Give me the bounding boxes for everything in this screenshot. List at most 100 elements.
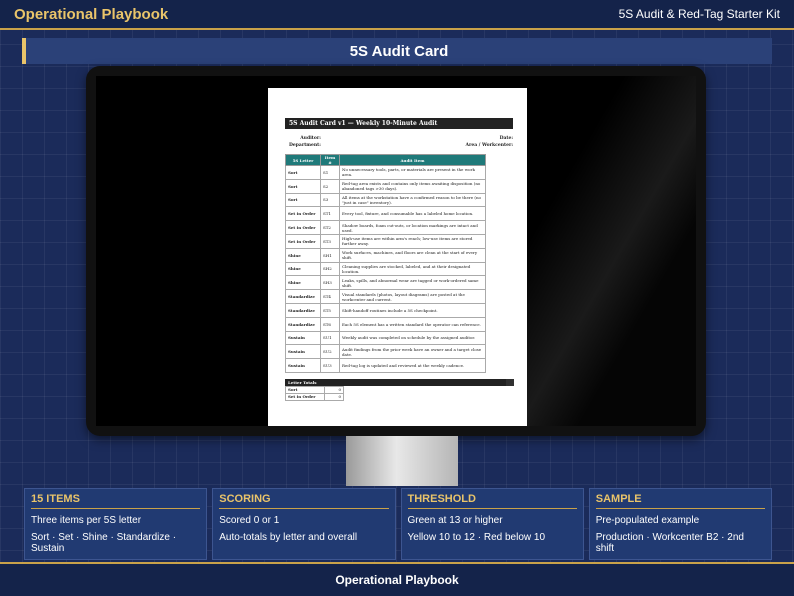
row-item-number: SU2 — [320, 344, 340, 360]
card-title: SAMPLE — [595, 493, 765, 509]
card-scoring: SCORING Scored 0 or 1 Auto-totals by let… — [212, 488, 396, 560]
table-row: Standardize ST5 Shift-handoff routines inc… — [285, 302, 486, 318]
card-line: Scored 0 or 1 — [219, 515, 280, 526]
row-letter: Shine — [285, 275, 321, 291]
row-letter: Set in Order — [285, 220, 321, 235]
document-heading: 5S Audit Card v1 — Weekly 10-Minute Audi… — [285, 118, 513, 129]
brand-title: Operational Playbook — [14, 5, 169, 23]
row-item-number: S3 — [320, 192, 340, 208]
table-row: Set in Order ST2 Shadow boards, foam cut-o… — [285, 220, 486, 235]
row-item-number: ST2 — [320, 220, 340, 235]
row-item-number: ST4 — [320, 289, 340, 304]
row-letter: Shine — [285, 261, 321, 277]
table-row: Shine SH2 Cleaning supplies are stocked, l… — [285, 261, 486, 277]
table-row: Sort S3 All items at the workstation have … — [285, 192, 486, 208]
card-title: 15 ITEMS — [31, 493, 201, 509]
row-letter: Sustain — [285, 344, 321, 360]
totals-value: 0 — [324, 392, 344, 401]
table-row: Sustain SU2 Audit findings from the prior … — [285, 344, 486, 360]
table-row: Shine SH3 Leaks, spills, and abnormal wear… — [285, 275, 486, 291]
totals-value: 0 — [324, 385, 344, 394]
row-item-number: S1 — [320, 165, 340, 180]
row-letter: Standardize — [285, 289, 321, 304]
row-audit-item: Shadow boards, foam cut-outs, or locatio… — [339, 220, 486, 235]
row-item-number: ST3 — [320, 233, 340, 249]
monitor-screen: 5S Audit Card v1 — Weekly 10-Minute Audi… — [96, 76, 696, 426]
row-item-number: ST6 — [320, 316, 340, 332]
totals-row: Sort 0 — [285, 385, 344, 394]
totals-label: Sort — [285, 385, 325, 394]
row-item-number: SH2 — [320, 261, 340, 277]
row-item-number: S2 — [320, 178, 340, 194]
row-letter: Sustain — [285, 330, 321, 346]
row-letter: Set in Order — [285, 206, 321, 222]
row-audit-item: Weekly audit was completed on schedule b… — [339, 330, 486, 346]
card-sample: SAMPLE Pre-populated example Production … — [588, 488, 772, 560]
row-letter: Standardize — [285, 316, 321, 332]
kit-name: 5S Audit & Red-Tag Starter Kit — [618, 7, 780, 21]
document-meta: Auditor: Department: Date: Area / Workce… — [285, 135, 513, 149]
row-audit-item: Audit findings from the prior week have … — [339, 344, 486, 360]
row-audit-item: No unnecessary tools, parts, or material… — [339, 165, 486, 180]
col-audit-item: Audit Item — [339, 154, 486, 166]
row-audit-item: All items at the workstation have a conf… — [339, 192, 486, 208]
row-letter: Standardize — [285, 302, 321, 318]
row-letter: Shine — [285, 247, 321, 263]
card-title: THRESHOLD — [407, 493, 577, 509]
totals-row: Set in Order 0 — [285, 392, 344, 401]
totals-heading: Letter Totals — [285, 378, 514, 386]
row-letter: Sort — [285, 178, 321, 194]
row-item-number: SU1 — [320, 330, 340, 346]
card-line: Pre-populated example — [595, 515, 700, 526]
table-row: Sort S1 No unnecessary tools, parts, or ma… — [285, 165, 486, 180]
row-audit-item: Visual standards (photos, layout diagram… — [339, 289, 486, 304]
card-threshold: THRESHOLD Green at 13 or higher Yellow 1… — [400, 488, 584, 560]
table-row: Sustain SU1 Weekly audit was completed on … — [285, 330, 486, 346]
row-letter: Sort — [285, 165, 321, 180]
row-audit-item: Each 5S element has a written standard t… — [339, 316, 486, 332]
monitor-frame: 5S Audit Card v1 — Weekly 10-Minute Audi… — [86, 66, 706, 436]
row-audit-item: Red-tag area exists and contains only it… — [339, 178, 486, 194]
row-letter: Set in Order — [285, 233, 321, 249]
card-line: Yellow 10 to 12 · Red below 10 — [407, 532, 546, 543]
col-letter: 5S Letter — [285, 154, 321, 166]
row-item-number: SH1 — [320, 247, 340, 263]
feature-cards: 15 ITEMS Three items per 5S letter Sort … — [24, 488, 772, 560]
card-title: SCORING — [219, 493, 389, 509]
row-audit-item: Red-tag log is updated and reviewed at t… — [339, 358, 486, 373]
auditor-label: Auditor: — [300, 136, 321, 141]
row-audit-item: Shift-handoff routines include a 5S chec… — [339, 302, 486, 318]
table-row: Shine SH1 Work surfaces, machines, and flo… — [285, 247, 486, 263]
department-label: Department: — [289, 143, 321, 148]
row-audit-item: Work surfaces, machines, and floors are … — [339, 247, 486, 263]
page-title: 5S Audit Card — [22, 38, 772, 64]
table-row: Sustain SU3 Red-tag log is updated and rev… — [285, 358, 486, 373]
footer-title: Operational Playbook — [0, 562, 794, 596]
card-line: Sort · Set · Shine · Standardize · Susta… — [31, 532, 177, 554]
table-row: Set in Order ST3 High-use items are within… — [285, 233, 486, 249]
table-row: Set in Order ST1 Every tool, fixture, and … — [285, 206, 486, 222]
row-item-number: ST1 — [320, 206, 340, 222]
row-audit-item: Every tool, fixture, and consumable has … — [339, 206, 486, 222]
row-item-number: ST5 — [320, 302, 340, 318]
row-audit-item: Cleaning supplies are stocked, labeled, … — [339, 261, 486, 277]
audit-items-table: 5S Letter Item # Audit Item Sort S1 No unn… — [285, 154, 486, 373]
table-row: Sort S2 Red-tag area exists and contains o… — [285, 178, 486, 194]
row-audit-item: Leaks, spills, and abnormal wear are tag… — [339, 275, 486, 291]
audit-card-document[interactable]: 5S Audit Card v1 — Weekly 10-Minute Audi… — [268, 88, 527, 426]
app-header: Operational Playbook 5S Audit & Red-Tag … — [0, 0, 794, 30]
row-item-number: SU3 — [320, 358, 340, 373]
row-item-number: SH3 — [320, 275, 340, 291]
card-items: 15 ITEMS Three items per 5S letter Sort … — [24, 488, 208, 560]
card-line: Three items per 5S letter — [31, 515, 142, 526]
card-line: Auto-totals by letter and overall — [219, 532, 358, 543]
row-audit-item: High-use items are within arm's reach; l… — [339, 233, 486, 249]
row-letter: Sustain — [285, 358, 321, 373]
table-row: Standardize ST6 Each 5S element has a writ… — [285, 316, 486, 332]
table-row: Standardize ST4 Visual standards (photos, … — [285, 289, 486, 304]
screen-glare — [506, 76, 696, 426]
totals-label: Set in Order — [285, 392, 325, 401]
letter-totals-table: Sort 0 Set in Order 0 — [285, 385, 344, 401]
monitor-stand — [346, 436, 458, 486]
card-line: Production · Workcenter B2 · 2nd shift — [595, 532, 744, 554]
